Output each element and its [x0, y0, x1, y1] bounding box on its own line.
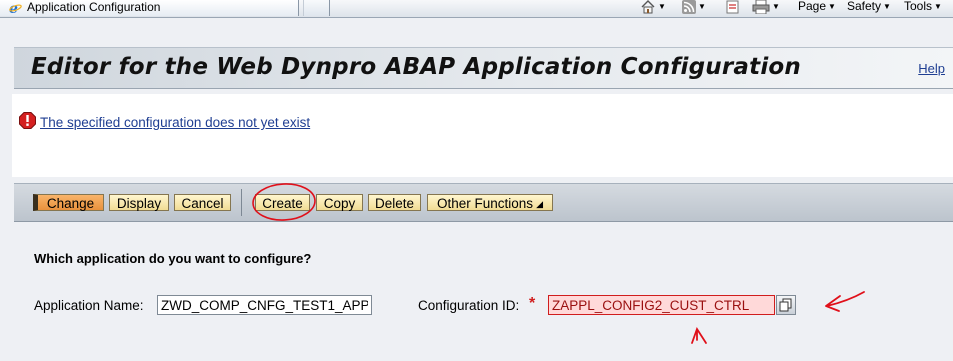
safety-menu[interactable]: Safety ▼: [847, 0, 891, 15]
new-tab-button[interactable]: [303, 0, 330, 16]
value-help-button[interactable]: [776, 295, 796, 315]
value-help-icon: [779, 298, 792, 312]
delete-button[interactable]: Delete: [368, 194, 421, 211]
page-menu[interactable]: Page ▼: [798, 0, 836, 15]
create-button[interactable]: Create: [255, 194, 310, 211]
application-name-input[interactable]: [157, 295, 372, 315]
svg-text:e: e: [9, 1, 18, 14]
other-functions-label: Other Functions: [437, 196, 534, 211]
annotation-arrow-up: [691, 326, 707, 344]
message-area: The specified configuration does not yet…: [12, 94, 953, 177]
required-marker: *: [529, 295, 536, 312]
copy-button[interactable]: Copy: [316, 194, 363, 211]
browser-tab[interactable]: e Application Configuration: [0, 0, 299, 17]
question-heading: Which application do you want to configu…: [34, 251, 312, 266]
error-icon: [19, 112, 36, 129]
tools-menu[interactable]: Tools ▼: [904, 0, 942, 15]
configuration-id-label: Configuration ID:: [418, 298, 520, 313]
configuration-id-input[interactable]: [548, 295, 775, 315]
application-name-label: Application Name:: [34, 298, 144, 313]
chevron-down-icon: ▼: [883, 2, 891, 11]
browser-command-bar: ▼ ▼ ▼ Page ▼ Safety ▼ Tools ▼: [636, 0, 953, 16]
feeds-button[interactable]: ▼: [682, 0, 706, 15]
page-header: Editor for the Web Dynpro ABAP Applicati…: [14, 47, 953, 89]
cancel-button[interactable]: Cancel: [174, 194, 231, 211]
change-button[interactable]: Change: [33, 194, 104, 211]
other-functions-menu-button[interactable]: Other Functions ◢: [427, 194, 553, 211]
tools-menu-label: Tools: [904, 0, 933, 13]
home-icon: [641, 0, 655, 14]
print-button[interactable]: ▼: [752, 0, 780, 15]
error-message-link[interactable]: The specified configuration does not yet…: [40, 115, 310, 130]
display-button[interactable]: Display: [109, 194, 169, 211]
read-mail-button[interactable]: [726, 0, 740, 15]
safety-menu-label: Safety: [847, 0, 882, 13]
printer-icon: [752, 0, 770, 15]
chevron-down-icon: ▼: [698, 2, 706, 11]
toolbar-separator: [241, 189, 242, 216]
home-button[interactable]: ▼: [640, 0, 666, 15]
menu-arrow-icon: ◢: [536, 199, 543, 209]
ie-logo-icon: e: [9, 1, 22, 17]
mail-icon: [726, 0, 739, 14]
chevron-down-icon: ▼: [772, 2, 780, 11]
page-title: Editor for the Web Dynpro ABAP Applicati…: [31, 54, 801, 80]
rss-icon: [682, 0, 696, 14]
chevron-down-icon: ▼: [828, 2, 836, 11]
action-toolbar: Change Display Cancel Create Copy Delete…: [14, 183, 953, 222]
browser-tab-title: Application Configuration: [27, 0, 161, 14]
chevron-down-icon: ▼: [934, 2, 942, 11]
annotation-arrow-right: [825, 291, 865, 312]
help-link[interactable]: Help: [918, 61, 945, 76]
chevron-down-icon: ▼: [658, 2, 666, 11]
browser-toolbar: e Application Configuration ▼ ▼ ▼ Page ▼…: [0, 0, 953, 18]
page-menu-label: Page: [798, 0, 827, 13]
